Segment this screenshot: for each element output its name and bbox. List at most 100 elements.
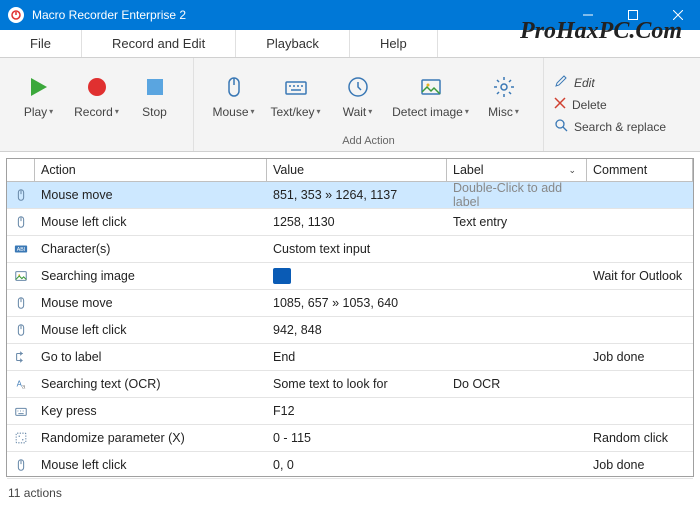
play-button[interactable]: Play▾ <box>10 62 68 132</box>
cell-action: Searching text (OCR) <box>35 374 267 394</box>
cell-value: 0 - 115 <box>267 428 447 448</box>
cell-label[interactable] <box>447 300 587 306</box>
cell-action: Character(s) <box>35 239 267 259</box>
cell-action: Mouse move <box>35 185 267 205</box>
row-icon-cell: Aa <box>7 373 35 395</box>
cell-value: F12 <box>267 401 447 421</box>
row-icon-cell <box>7 265 35 287</box>
cell-label[interactable] <box>447 327 587 333</box>
record-icon <box>85 75 109 99</box>
cell-label[interactable] <box>447 435 587 441</box>
table-row[interactable]: Mouse move851, 353 » 1264, 1137Double-Cl… <box>7 182 693 209</box>
x-icon <box>554 97 566 112</box>
chevron-down-icon: ⌄ <box>568 165 576 176</box>
misc-button[interactable]: Misc▾ <box>475 62 533 132</box>
table-row[interactable]: Aa Searching text (OCR)Some text to look … <box>7 371 693 398</box>
cell-comment <box>587 408 693 414</box>
row-icon-cell <box>7 319 35 341</box>
table-row[interactable]: Go to labelEndJob done <box>7 344 693 371</box>
pencil-icon <box>554 74 568 91</box>
row-icon-cell <box>7 454 35 476</box>
cell-value: End <box>267 347 447 367</box>
titlebar: Macro Recorder Enterprise 2 <box>0 0 700 30</box>
col-comment[interactable]: Comment <box>587 159 693 181</box>
cell-action: Searching image <box>35 266 267 286</box>
row-icon-cell <box>7 184 35 206</box>
mouse-icon <box>13 295 29 311</box>
menu-help[interactable]: Help <box>350 30 438 57</box>
menu-record-edit[interactable]: Record and Edit <box>82 30 236 57</box>
table-row[interactable]: Searching image Wait for Outlook <box>7 263 693 290</box>
table-row[interactable]: Mouse left click1258, 1130Text entry <box>7 209 693 236</box>
cell-value: Some text to look for <box>267 374 447 394</box>
minimize-button[interactable] <box>565 0 610 30</box>
delete-button[interactable]: Delete <box>554 97 674 112</box>
row-icon-cell <box>7 292 35 314</box>
ocr-icon: Aa <box>13 376 29 392</box>
cell-comment: Job done <box>587 455 693 475</box>
cell-label[interactable]: Do OCR <box>447 374 587 394</box>
menu-playback[interactable]: Playback <box>236 30 350 57</box>
cell-comment <box>587 219 693 225</box>
mouse-icon <box>13 457 29 473</box>
key-icon <box>13 403 29 419</box>
cell-action: Key press <box>35 401 267 421</box>
action-grid: Action Value Label⌄ Comment Mouse move85… <box>6 158 694 477</box>
cell-comment <box>587 381 693 387</box>
status-bar: 11 actions <box>0 483 700 505</box>
delete-label: Delete <box>572 98 607 112</box>
col-icon[interactable] <box>7 159 35 181</box>
cell-label[interactable] <box>447 354 587 360</box>
close-button[interactable] <box>655 0 700 30</box>
table-row[interactable]: Mouse left click0, 0Job done <box>7 452 693 479</box>
detect-image-button[interactable]: Detect image▾ <box>387 62 475 132</box>
col-action[interactable]: Action <box>35 159 267 181</box>
mouse-icon <box>13 322 29 338</box>
cell-comment: Random click <box>587 428 693 448</box>
random-icon <box>13 430 29 446</box>
mouse-icon <box>13 187 29 203</box>
table-row[interactable]: Mouse move1085, 657 » 1053, 640 <box>7 290 693 317</box>
mouse-button[interactable]: Mouse▾ <box>205 62 263 132</box>
window-title: Macro Recorder Enterprise 2 <box>32 8 565 22</box>
cell-label[interactable] <box>447 246 587 252</box>
table-row[interactable]: Mouse left click942, 848 <box>7 317 693 344</box>
edit-label: Edit <box>574 76 595 90</box>
textkey-button[interactable]: Text/key▾ <box>263 62 329 132</box>
cell-label[interactable] <box>447 408 587 414</box>
stop-button[interactable]: Stop <box>126 62 184 132</box>
maximize-button[interactable] <box>610 0 655 30</box>
menubar: File Record and Edit Playback Help <box>0 30 700 58</box>
wait-button[interactable]: Wait▾ <box>329 62 387 132</box>
edit-button[interactable]: Edit <box>554 74 674 91</box>
image-icon <box>13 268 29 284</box>
cell-value <box>267 265 447 287</box>
clock-icon <box>346 75 370 99</box>
search-replace-button[interactable]: Search & replace <box>554 118 674 135</box>
cell-label[interactable] <box>447 462 587 468</box>
row-icon-cell <box>7 400 35 422</box>
gear-icon <box>492 75 516 99</box>
cell-action: Mouse left click <box>35 320 267 340</box>
cell-comment: Wait for Outlook <box>587 266 693 286</box>
grid-header: Action Value Label⌄ Comment <box>7 159 693 182</box>
cell-value: Custom text input <box>267 239 447 259</box>
cell-label[interactable]: Text entry <box>447 212 587 232</box>
table-row[interactable]: Randomize parameter (X)0 - 115Random cli… <box>7 425 693 452</box>
ribbon: Play▾ Record▾ Stop Mouse▾ Text/key▾ <box>0 58 700 152</box>
menu-file[interactable]: File <box>0 30 82 57</box>
cell-action: Mouse left click <box>35 455 267 475</box>
cell-label[interactable]: Double-Click to add label <box>447 178 587 212</box>
col-value[interactable]: Value <box>267 159 447 181</box>
cell-comment <box>587 327 693 333</box>
keyboard-icon <box>284 75 308 99</box>
search-icon <box>554 118 568 135</box>
search-replace-label: Search & replace <box>574 120 666 134</box>
cell-label[interactable] <box>447 273 587 279</box>
row-icon-cell <box>7 427 35 449</box>
table-row[interactable]: ABICharacter(s)Custom text input <box>7 236 693 263</box>
cell-comment <box>587 192 693 198</box>
play-icon <box>27 75 51 99</box>
table-row[interactable]: Key pressF12 <box>7 398 693 425</box>
record-button[interactable]: Record▾ <box>68 62 126 132</box>
